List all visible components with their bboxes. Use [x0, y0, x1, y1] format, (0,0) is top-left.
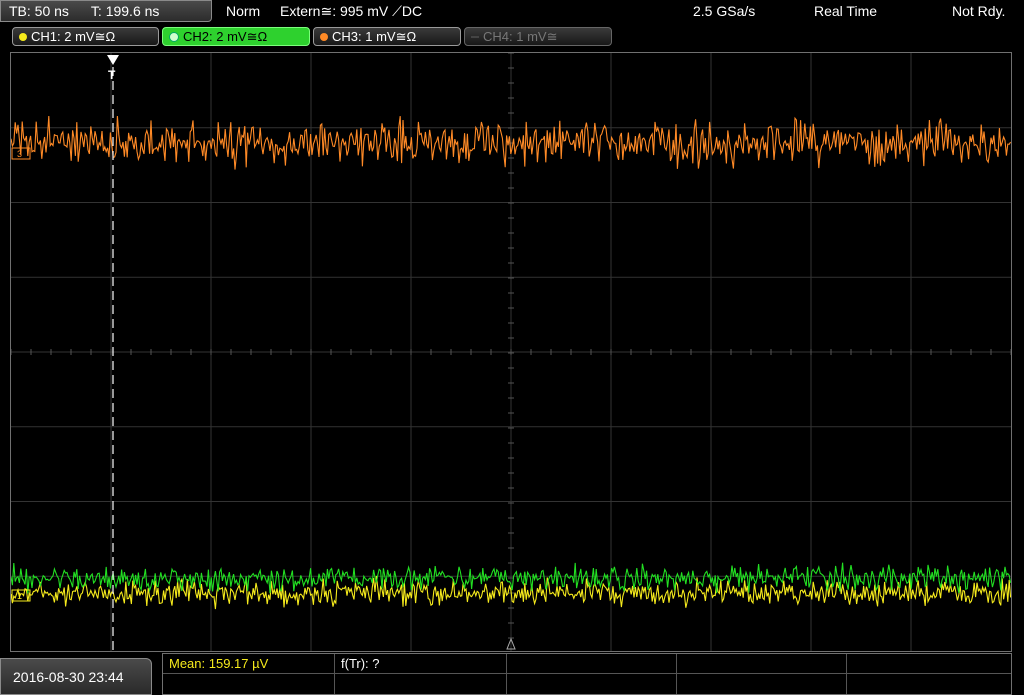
waveform-display[interactable]: T 3 1 — [10, 52, 1012, 652]
bottom-bar: 2016-08-30 23:44 Mean: 159.17 µV f(Tr): … — [0, 653, 1024, 695]
channel-2-label: CH2: 2 mV≅Ω — [183, 28, 268, 44]
measurement-slot-7[interactable] — [335, 674, 507, 694]
measurement-slot-5[interactable] — [847, 654, 1011, 674]
measurement-slot-10[interactable] — [847, 674, 1011, 694]
measurement-rise-freq[interactable]: f(Tr): ? — [335, 654, 507, 674]
channel-2-indicator-icon — [169, 31, 179, 42]
trigger-marker[interactable]: T — [107, 55, 119, 651]
trigger-arrow-icon — [107, 55, 119, 65]
channel-4-label: CH4: 1 mV≅ — [483, 28, 558, 44]
trigger-time-label: T: 199.6 ns — [90, 3, 160, 19]
measurement-slot-6[interactable] — [163, 674, 335, 694]
acquisition-mode: Real Time — [814, 3, 878, 19]
timebase-box[interactable]: TB: 50 ns T: 199.6 ns — [0, 0, 212, 22]
measurement-mean[interactable]: Mean: 159.17 µV — [163, 654, 335, 674]
measurement-panel[interactable]: Mean: 159.17 µV f(Tr): ? — [162, 653, 1012, 695]
channel-3-indicator-icon — [320, 32, 328, 41]
datetime-box: 2016-08-30 23:44 — [0, 658, 152, 695]
channel-3-label: CH3: 1 mV≅Ω — [332, 28, 417, 44]
channel-1-offset-label: 1 — [17, 591, 22, 601]
measurement-slot-8[interactable] — [507, 674, 677, 694]
timebase-label: TB: 50 ns — [9, 3, 69, 19]
datetime-label: 2016-08-30 23:44 — [13, 668, 124, 685]
measurement-slot-9[interactable] — [677, 674, 847, 694]
status-bar: TB: 50 ns T: 199.6 ns Norm Extern≅: 995 … — [0, 0, 1024, 24]
channel-bar: CH1: 2 mV≅Ω CH2: 2 mV≅Ω CH3: 1 mV≅Ω CH4:… — [0, 24, 1024, 48]
measurement-slot-4[interactable] — [677, 654, 847, 674]
channel-4-indicator-icon — [471, 35, 479, 38]
run-status: Not Rdy. — [952, 3, 1006, 19]
channel-4-button[interactable]: CH4: 1 mV≅ — [464, 27, 612, 46]
channel-2-button[interactable]: CH2: 2 mV≅Ω — [162, 27, 310, 46]
trigger-marker-label: T — [108, 68, 116, 82]
channel-3-offset-label: 3 — [17, 149, 22, 159]
waveform-canvas: T 3 1 — [10, 52, 1012, 651]
channel-1-button[interactable]: CH1: 2 mV≅Ω — [12, 27, 159, 46]
trigger-mode[interactable]: Norm — [226, 3, 260, 19]
sample-rate: 2.5 GSa/s — [693, 3, 756, 19]
channel-3-button[interactable]: CH3: 1 mV≅Ω — [313, 27, 461, 46]
channel-1-label: CH1: 2 mV≅Ω — [31, 28, 116, 44]
trigger-source[interactable]: Extern≅: 995 mV ⟋DC — [280, 3, 422, 20]
measurement-slot-3[interactable] — [507, 654, 677, 674]
channel-1-indicator-icon — [19, 32, 27, 41]
